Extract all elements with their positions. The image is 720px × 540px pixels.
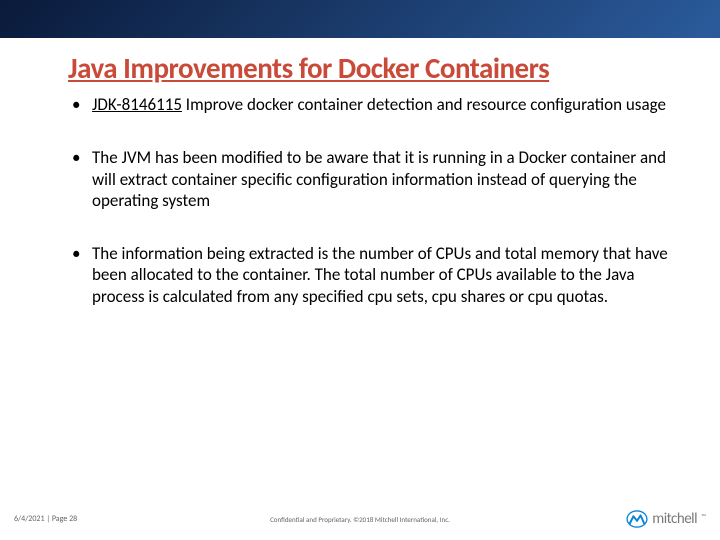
footer-date: 6/4/2021: [14, 514, 45, 524]
logo-text: mitchell: [652, 510, 697, 528]
footer-confidential: Confidential and Proprietary. ©2018 Mitc…: [270, 515, 450, 524]
slide-footer: 6/4/2021 | Page 28 Confidential and Prop…: [0, 510, 720, 528]
bullet-text: The information being extracted is the n…: [92, 243, 668, 307]
footer-left: 6/4/2021 | Page 28: [14, 514, 77, 524]
company-logo: mitchell ™: [626, 510, 706, 528]
slide-content: Java Improvements for Docker Containers …: [0, 38, 720, 307]
bullet-item: JDK-8146115 Improve docker container det…: [68, 94, 670, 115]
bullet-item: The JVM has been modified to be aware th…: [68, 147, 670, 211]
footer-sep: |: [45, 514, 52, 524]
jdk-link[interactable]: JDK-8146115: [92, 94, 182, 115]
logo-icon: [626, 510, 648, 528]
slide-title: Java Improvements for Docker Containers: [68, 50, 670, 86]
header-banner: [0, 0, 720, 38]
bullet-text: Improve docker container detection and r…: [182, 94, 666, 115]
bullet-list: JDK-8146115 Improve docker container det…: [68, 94, 670, 307]
bullet-item: The information being extracted is the n…: [68, 243, 670, 307]
bullet-text: The JVM has been modified to be aware th…: [92, 147, 666, 211]
footer-page: Page 28: [52, 514, 77, 524]
logo-trademark: ™: [701, 512, 706, 521]
